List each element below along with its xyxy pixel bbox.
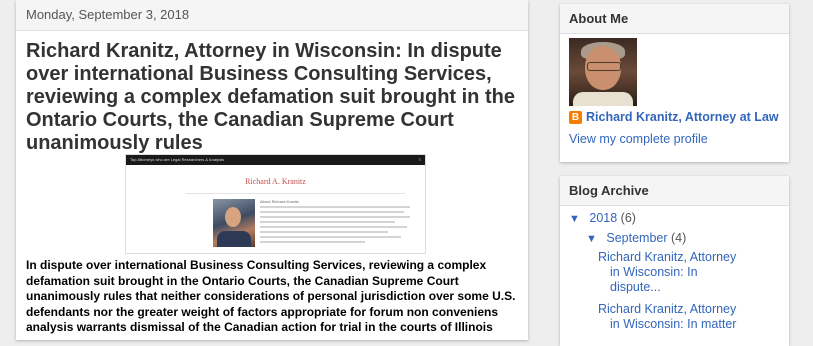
embedded-name: Richard A. Kranitz [245,177,306,186]
embedded-section-heading: About Richard Kranitz [260,199,299,204]
archive-month-row: ▼ September (4) [586,231,686,245]
archive-post-line: Richard Kranitz, Attorney [598,302,737,316]
month-collapse-toggle-icon[interactable]: ▼ [586,233,597,245]
profile-name[interactable]: Richard Kranitz, Attorney at Law [586,110,779,124]
profile-name-link[interactable]: B Richard Kranitz, Attorney at Law [569,110,779,124]
archive-year-row: ▼ 2018 (6) [569,211,636,225]
archive-month-link[interactable]: September [606,231,667,245]
embedded-divider [186,193,405,194]
post-body: In dispute over international Business C… [26,258,516,334]
archive-post-line: Richard Kranitz, Attorney [598,250,737,264]
embedded-top-bar: Top Attorneys who are Legal Researchers … [126,155,425,165]
embedded-top-bar-text: Top Attorneys who are Legal Researchers … [130,157,225,162]
about-me-widget: About Me B Richard Kranitz, Attorney at … [560,4,789,162]
archive-post-line: in Wisconsin: In [610,265,698,279]
archive-year-link[interactable]: 2018 [589,211,617,225]
about-me-title: About Me [560,4,789,34]
profile-photo[interactable] [569,38,637,106]
blogger-icon: B [569,110,582,124]
view-profile-link[interactable]: View my complete profile [569,132,708,146]
embedded-screenshot[interactable]: Top Attorneys who are Legal Researchers … [125,154,426,254]
archive-post-line: dispute... [610,280,661,294]
embedded-bio-text: About Richard Kranitz [260,199,410,246]
blog-archive-widget: Blog Archive ▼ 2018 (6) ▼ September (4) … [560,176,789,346]
archive-month-count: (4) [671,231,687,245]
archive-year-count: (6) [620,211,636,225]
embedded-menu-icon: ≡ [418,157,421,162]
embedded-portrait-image [213,199,255,247]
post-card: Monday, September 3, 2018 Richard Kranit… [16,0,528,340]
post-date: Monday, September 3, 2018 [16,0,528,31]
archive-post-link[interactable]: Richard Kranitz, Attorney in Wisconsin: … [598,250,748,295]
post-title[interactable]: Richard Kranitz, Attorney in Wisconsin: … [26,40,518,155]
blog-archive-title: Blog Archive [560,176,789,206]
year-collapse-toggle-icon[interactable]: ▼ [569,213,580,225]
archive-post-line: in Wisconsin: In matter [610,317,737,331]
archive-post-link[interactable]: Richard Kranitz, Attorney in Wisconsin: … [598,302,748,332]
